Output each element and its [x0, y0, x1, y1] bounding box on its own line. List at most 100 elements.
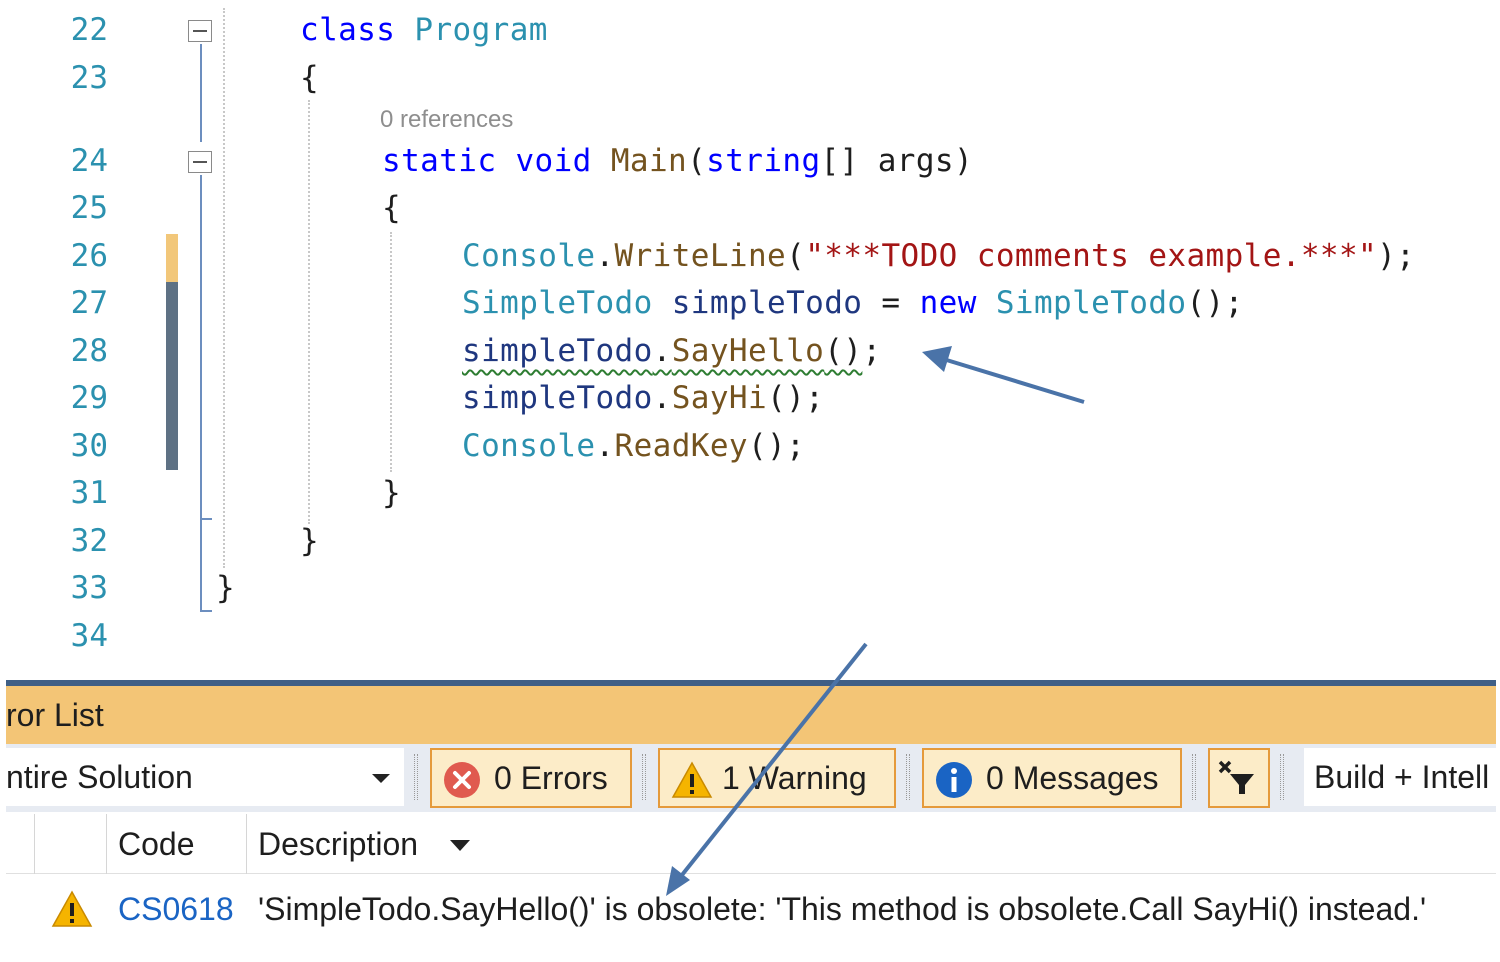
line-number: 26: [70, 238, 108, 274]
codelens-references[interactable]: 0 references: [380, 106, 513, 134]
outline-line: [200, 520, 202, 612]
toolbar-separator: [642, 754, 646, 800]
punct: .: [652, 333, 672, 369]
type-name: Console: [462, 238, 596, 274]
punct: .: [595, 428, 615, 464]
code-line-26: Console.WriteLine("***TODO comments exam…: [462, 236, 1415, 276]
variable: simpleTodo: [462, 380, 653, 416]
code-line-22: class Program: [300, 10, 548, 50]
code-line-23: {: [300, 58, 319, 98]
variable: simpleTodo: [462, 333, 653, 369]
unsaved-change-bar: [166, 234, 178, 282]
method-name: Main: [610, 143, 688, 179]
column-divider: [34, 814, 35, 874]
sort-descending-icon[interactable]: [450, 840, 470, 851]
indent-guide: [223, 8, 225, 568]
type-name: SimpleTodo: [462, 285, 653, 321]
warnings-filter-button[interactable]: 1 Warning: [658, 748, 896, 808]
code-line-31: }: [382, 473, 401, 513]
type-name: SimpleTodo: [995, 285, 1187, 321]
warning-icon: [51, 890, 93, 927]
line-number: 32: [70, 523, 108, 559]
line-number: 30: [70, 428, 108, 464]
scope-dropdown-value: ntire Solution: [6, 759, 193, 795]
variable: simpleTodo: [671, 285, 863, 321]
punct: ();: [767, 380, 825, 416]
code-line-28: simpleTodo.SayHello();: [462, 331, 881, 371]
line-number: 24: [70, 143, 108, 179]
indent-guide: [390, 232, 392, 472]
error-list-title[interactable]: ror List: [6, 686, 1496, 744]
brace: {: [382, 190, 402, 226]
code-line-30: Console.ReadKey();: [462, 426, 805, 466]
errors-filter-button[interactable]: 0 Errors: [430, 748, 632, 808]
column-divider: [106, 814, 107, 874]
punct: (): [824, 333, 863, 369]
brace: }: [300, 523, 320, 559]
toolbar-separator: [1192, 754, 1196, 800]
line-number: 22: [70, 12, 108, 48]
method-name: SayHi: [671, 380, 768, 416]
line-number: 29: [70, 380, 108, 416]
type-name: Console: [462, 428, 596, 464]
punct: ;: [862, 333, 882, 369]
table-row[interactable]: CS0618 'SimpleTodo.SayHello()' is obsole…: [6, 876, 1496, 942]
punct: ();: [747, 428, 806, 464]
punct: .: [595, 238, 615, 274]
line-number: 34: [70, 618, 108, 654]
errors-filter-label: 0 Errors: [494, 760, 608, 796]
error-list-toolbar: ntire Solution 0 Errors 1 Warning 0 Mess…: [6, 744, 1496, 812]
line-number: 25: [70, 190, 108, 226]
toolbar-separator: [1280, 754, 1284, 800]
line-number: 23: [70, 60, 108, 96]
collapse-class-icon[interactable]: [188, 20, 212, 42]
warning-icon: [671, 761, 713, 798]
error-list-column-header: Code Description: [6, 814, 1496, 874]
keyword: void: [515, 143, 592, 179]
outline-line: [200, 610, 212, 612]
toolbar-separator: [906, 754, 910, 800]
brace: }: [382, 475, 402, 511]
line-number: 33: [70, 570, 108, 606]
keyword: class: [300, 12, 396, 48]
keyword: string: [706, 143, 821, 179]
code-line-24: static void Main(string[] args): [382, 141, 973, 181]
punct: (: [687, 143, 707, 179]
keyword: static: [382, 143, 497, 179]
line-number: 28: [70, 333, 108, 369]
toolbar-separator: [414, 754, 418, 800]
error-code-link[interactable]: CS0618: [118, 876, 234, 942]
column-header-code[interactable]: Code: [118, 814, 195, 874]
obsolete-warning-squiggle[interactable]: simpleTodo.SayHello(): [462, 333, 862, 369]
column-divider: [246, 814, 247, 874]
saved-change-bar: [166, 282, 178, 470]
brace: {: [300, 60, 320, 96]
punct: .: [652, 380, 672, 416]
collapse-method-icon[interactable]: [188, 151, 212, 173]
messages-filter-label: 0 Messages: [986, 760, 1159, 796]
messages-filter-button[interactable]: 0 Messages: [922, 748, 1182, 808]
warnings-filter-label: 1 Warning: [722, 760, 867, 796]
code-line-25: {: [382, 188, 401, 228]
info-icon: [936, 762, 972, 798]
clear-filter-button[interactable]: [1208, 748, 1270, 808]
build-intellisense-dropdown[interactable]: Build + Intell: [1304, 748, 1496, 806]
method-name: WriteLine: [614, 238, 787, 274]
code-line-33: }: [216, 568, 235, 608]
string-literal: "***TODO comments example.***": [805, 238, 1378, 274]
column-header-description[interactable]: Description: [258, 814, 418, 874]
code-line-32: }: [300, 521, 319, 561]
chevron-down-icon: [372, 774, 390, 783]
code-line-27: SimpleTodo simpleTodo = new SimpleTodo()…: [462, 283, 1244, 323]
method-name: ReadKey: [614, 428, 748, 464]
punct: ();: [1186, 285, 1244, 321]
outline-line: [200, 44, 202, 142]
error-list-panel: ror List ntire Solution 0 Errors 1 Warni…: [6, 680, 1496, 962]
type-name: Program: [414, 12, 548, 48]
error-icon: [444, 762, 480, 798]
punct: (: [786, 238, 806, 274]
scope-dropdown[interactable]: ntire Solution: [6, 748, 404, 806]
brace: }: [216, 570, 236, 606]
code-editor[interactable]: 22 23 24 25 26 27 28 29 30 31 32 33 34 c…: [0, 0, 1500, 680]
line-number: 31: [70, 475, 108, 511]
